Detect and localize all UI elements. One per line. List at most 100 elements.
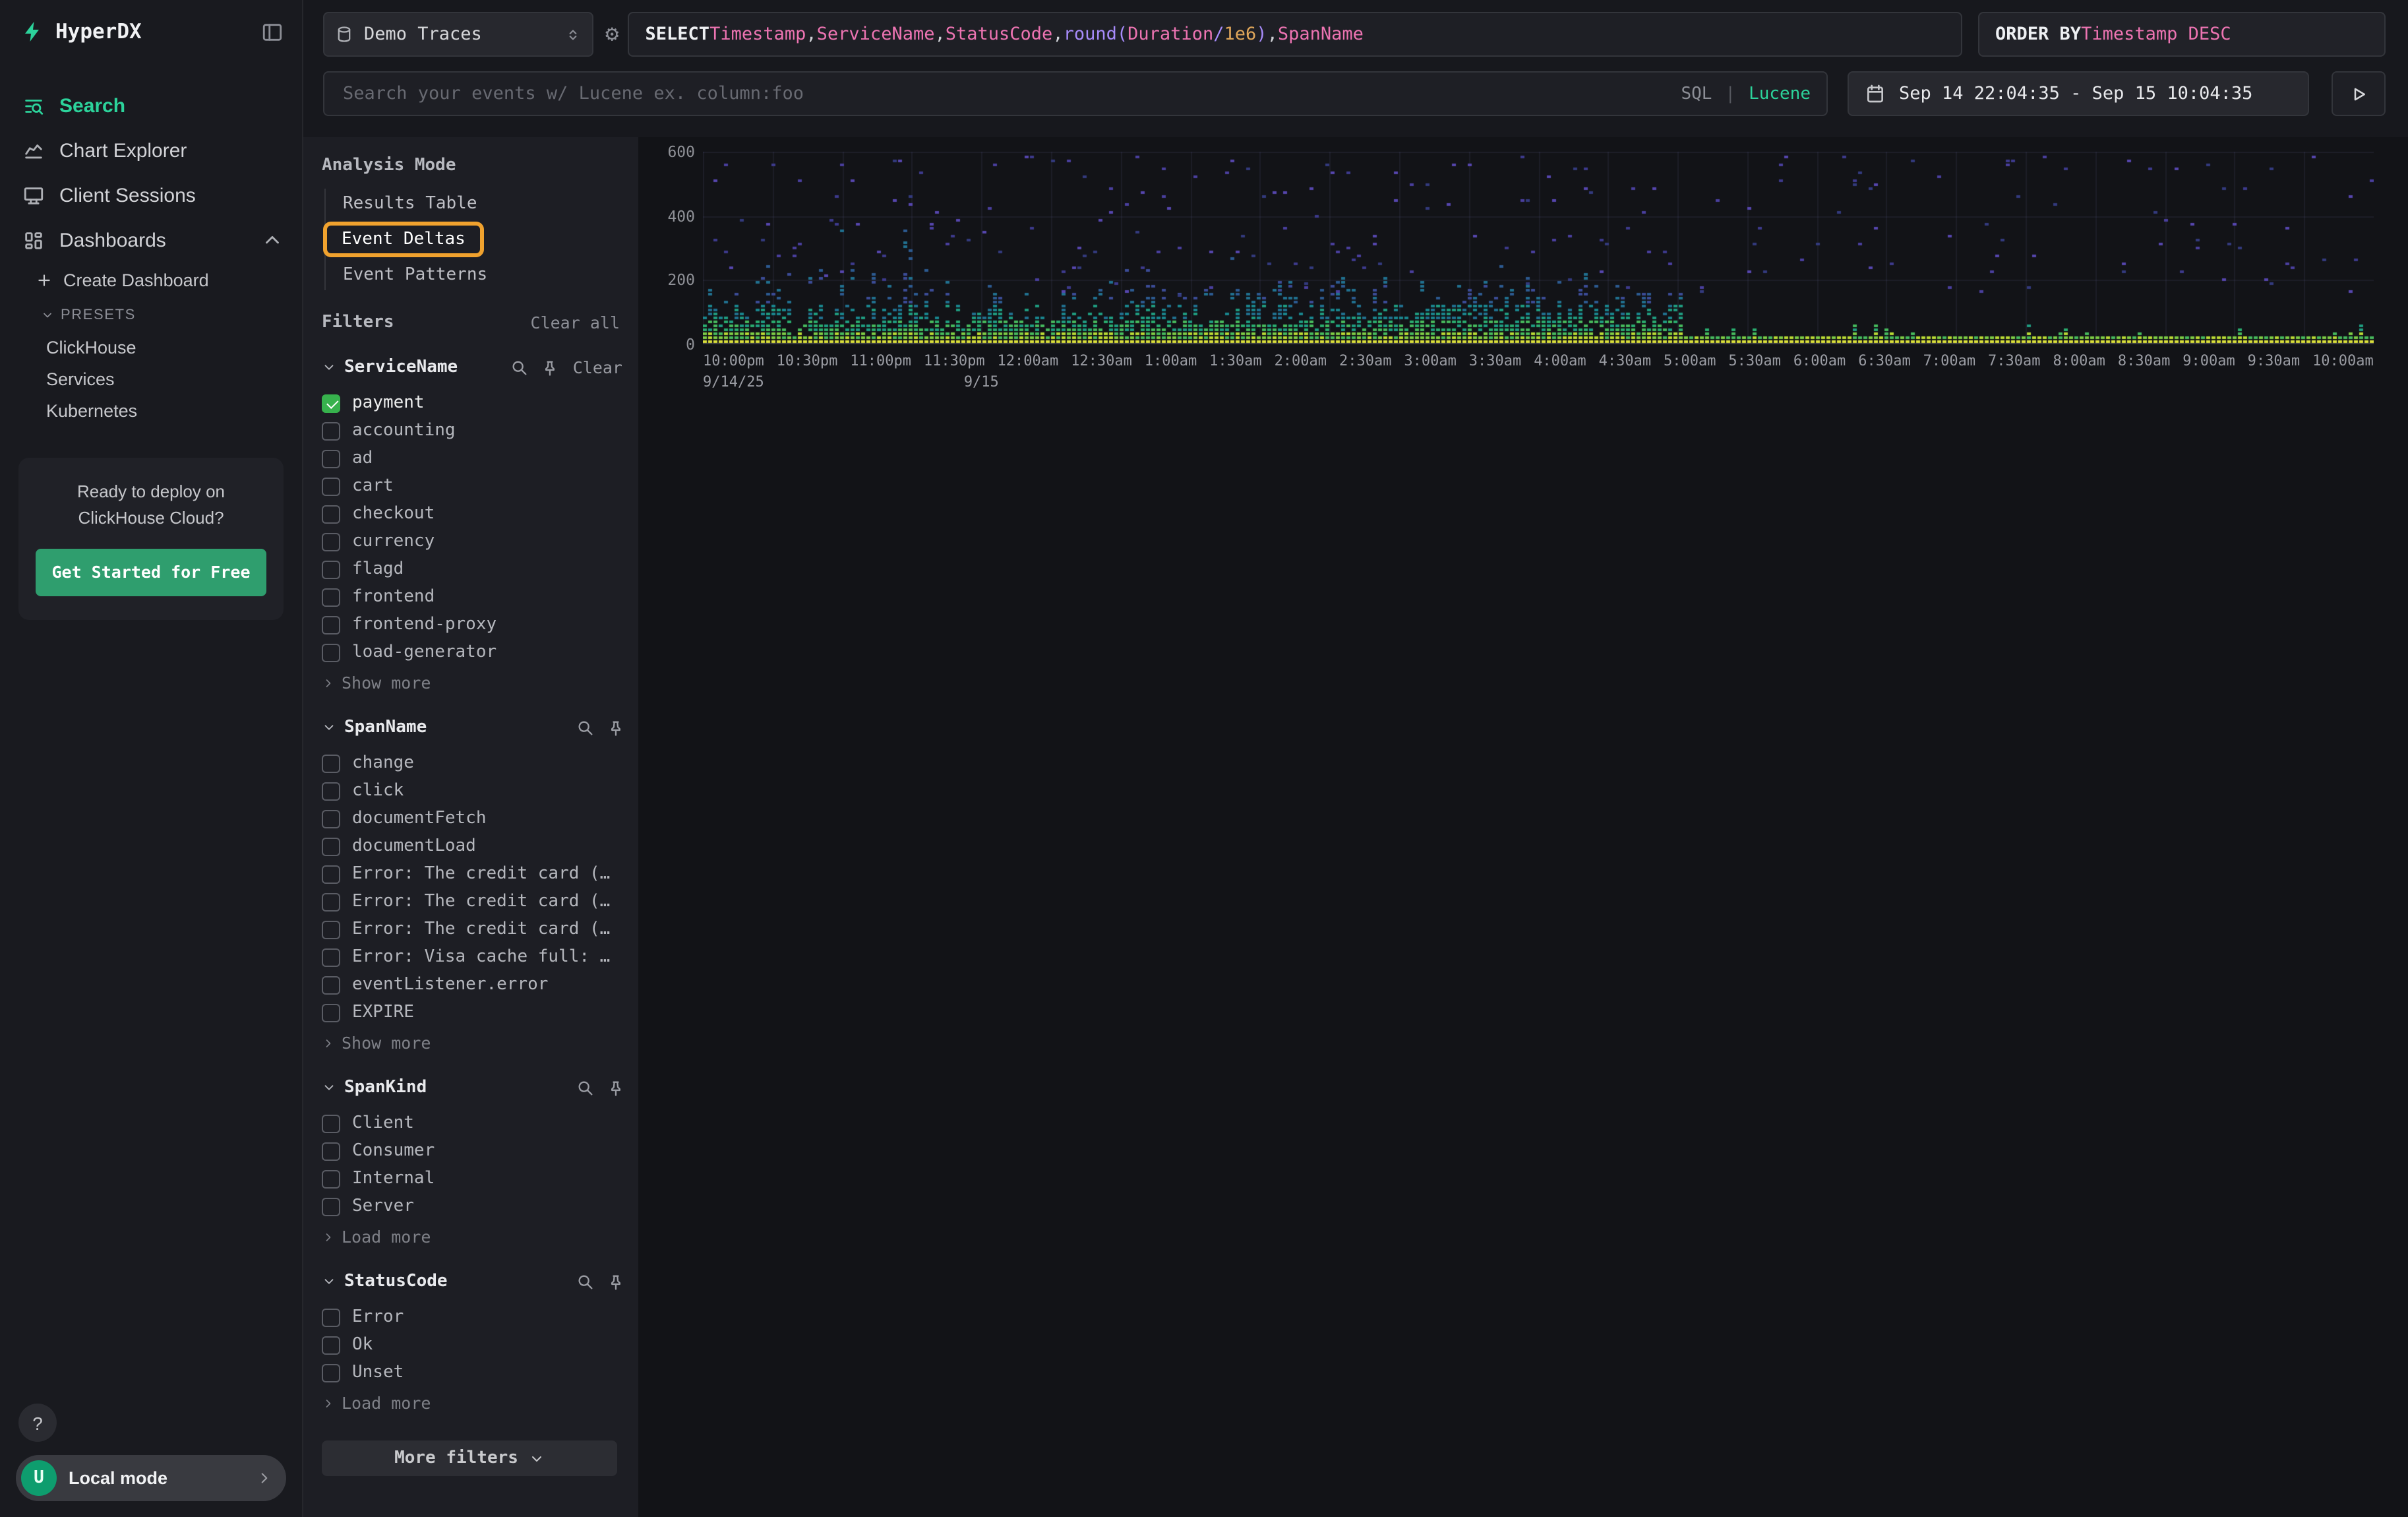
checkbox[interactable] [322,643,340,662]
checkbox[interactable] [322,588,340,606]
order-by-input[interactable]: ORDER BY Timestamp DESC [1978,12,2386,57]
checkbox[interactable] [322,394,340,412]
preset-item-kubernetes[interactable]: Kubernetes [0,394,302,426]
chevron-down-icon[interactable] [322,1080,336,1095]
facet-option[interactable]: ad [322,445,625,472]
facet-option[interactable]: Internal [322,1165,625,1192]
checkbox[interactable] [322,1363,340,1382]
analysis-mode-option[interactable]: Event Deltas [323,222,484,257]
facet-option[interactable]: cart [322,472,625,500]
checkbox[interactable] [322,754,340,772]
more-filters-button[interactable]: More filters [322,1440,617,1476]
run-query-button[interactable] [2332,71,2386,116]
checkbox[interactable] [322,1003,340,1022]
checkbox[interactable] [322,975,340,994]
facet-clear-button[interactable]: Clear [573,357,625,377]
gear-icon[interactable]: ⚙ [605,23,619,46]
sql-mode-button[interactable]: SQL [1681,84,1712,104]
facet-option[interactable]: load-generator [322,638,625,666]
checkbox[interactable] [322,477,340,495]
sql-query-input[interactable]: SELECT Timestamp, ServiceName, StatusCod… [628,12,1963,57]
facet-option[interactable]: Error: The credit card (… [322,915,625,943]
facet-option[interactable]: Error: The credit card (… [322,888,625,915]
preset-item-services[interactable]: Services [0,363,302,394]
facet-option[interactable]: frontend-proxy [322,611,625,638]
facet-option[interactable]: Error [322,1303,625,1331]
heatmap-canvas[interactable] [703,152,2374,344]
checkbox[interactable] [322,809,340,828]
checkbox[interactable] [322,505,340,523]
preset-item-clickhouse[interactable]: ClickHouse [0,331,302,363]
checkbox[interactable] [322,865,340,883]
facet-option[interactable]: documentLoad [322,832,625,860]
create-dashboard-button[interactable]: Create Dashboard [0,263,302,298]
checkbox[interactable] [322,560,340,578]
analysis-mode-option[interactable]: Results Table [326,189,625,219]
date-range-picker[interactable]: Sep 14 22:04:35 - Sep 15 10:04:35 [1848,71,2309,116]
sidebar-item-dashboards[interactable]: Dashboards [0,218,302,263]
checkbox[interactable] [322,782,340,800]
show-more-button[interactable]: Load more [322,1227,625,1247]
facet-option[interactable]: Consumer [322,1137,625,1165]
facet-option[interactable]: Error: Visa cache full: … [322,943,625,971]
facet-option[interactable]: EXPIRE [322,999,625,1026]
facet-option[interactable]: flagd [322,555,625,583]
chevron-down-icon[interactable] [322,1274,336,1289]
facet-option[interactable]: accounting [322,417,625,445]
checkbox[interactable] [322,615,340,634]
facet-option[interactable]: checkout [322,500,625,528]
facet-option[interactable]: Ok [322,1331,625,1359]
checkbox[interactable] [322,449,340,468]
checkbox[interactable] [322,892,340,911]
checkbox[interactable] [322,1308,340,1326]
facet-option[interactable]: click [322,777,625,805]
get-started-button[interactable]: Get Started for Free [36,549,266,596]
facet-search-icon[interactable] [576,1078,595,1097]
chevron-down-icon[interactable] [322,720,336,735]
facet-option[interactable]: Client [322,1109,625,1137]
checkbox[interactable] [322,1114,340,1132]
facet-option-label: Internal [352,1169,435,1189]
checkbox[interactable] [322,837,340,855]
facet-pin-icon[interactable] [607,1272,625,1291]
checkbox[interactable] [322,1142,340,1160]
clear-all-button[interactable]: Clear all [531,313,625,332]
lucene-mode-button[interactable]: Lucene [1749,84,1811,104]
checkbox[interactable] [322,1169,340,1188]
facet-option[interactable]: documentFetch [322,805,625,832]
facet-pin-icon[interactable] [607,1078,625,1097]
help-button[interactable]: ? [18,1404,57,1442]
sidebar-item-search[interactable]: Search [0,83,302,128]
checkbox[interactable] [322,920,340,939]
facet-option[interactable]: Error: The credit card (… [322,860,625,888]
analysis-mode-option[interactable]: Event Patterns [326,260,625,290]
facet-option[interactable]: frontend [322,583,625,611]
facet-option[interactable]: change [322,749,625,777]
checkbox[interactable] [322,1197,340,1216]
sidebar-item-chart-explorer[interactable]: Chart Explorer [0,128,302,173]
facet-search-icon[interactable] [576,718,595,737]
facet-option[interactable]: Server [322,1192,625,1220]
checkbox[interactable] [322,1336,340,1354]
facet-pin-icon[interactable] [541,358,560,377]
show-more-button[interactable]: Load more [322,1393,625,1413]
facet-search-icon[interactable] [576,1272,595,1291]
facet-pin-icon[interactable] [607,718,625,737]
user-menu[interactable]: U Local mode [16,1455,286,1501]
show-more-button[interactable]: Show more [322,673,625,693]
facet-search-icon[interactable] [511,358,529,377]
facet-option[interactable]: payment [322,389,625,417]
search-input[interactable] [340,82,1668,106]
facet-option[interactable]: Unset [322,1359,625,1386]
facet-option[interactable]: currency [322,528,625,555]
checkbox[interactable] [322,948,340,966]
checkbox[interactable] [322,532,340,551]
checkbox[interactable] [322,421,340,440]
presets-toggle[interactable]: PRESETS [0,298,302,331]
show-more-button[interactable]: Show more [322,1033,625,1053]
collapse-sidebar-icon[interactable] [261,20,284,43]
chevron-down-icon[interactable] [322,360,336,375]
sidebar-item-client-sessions[interactable]: Client Sessions [0,173,302,218]
facet-option[interactable]: eventListener.error [322,971,625,999]
source-select[interactable]: Demo Traces [323,12,593,57]
